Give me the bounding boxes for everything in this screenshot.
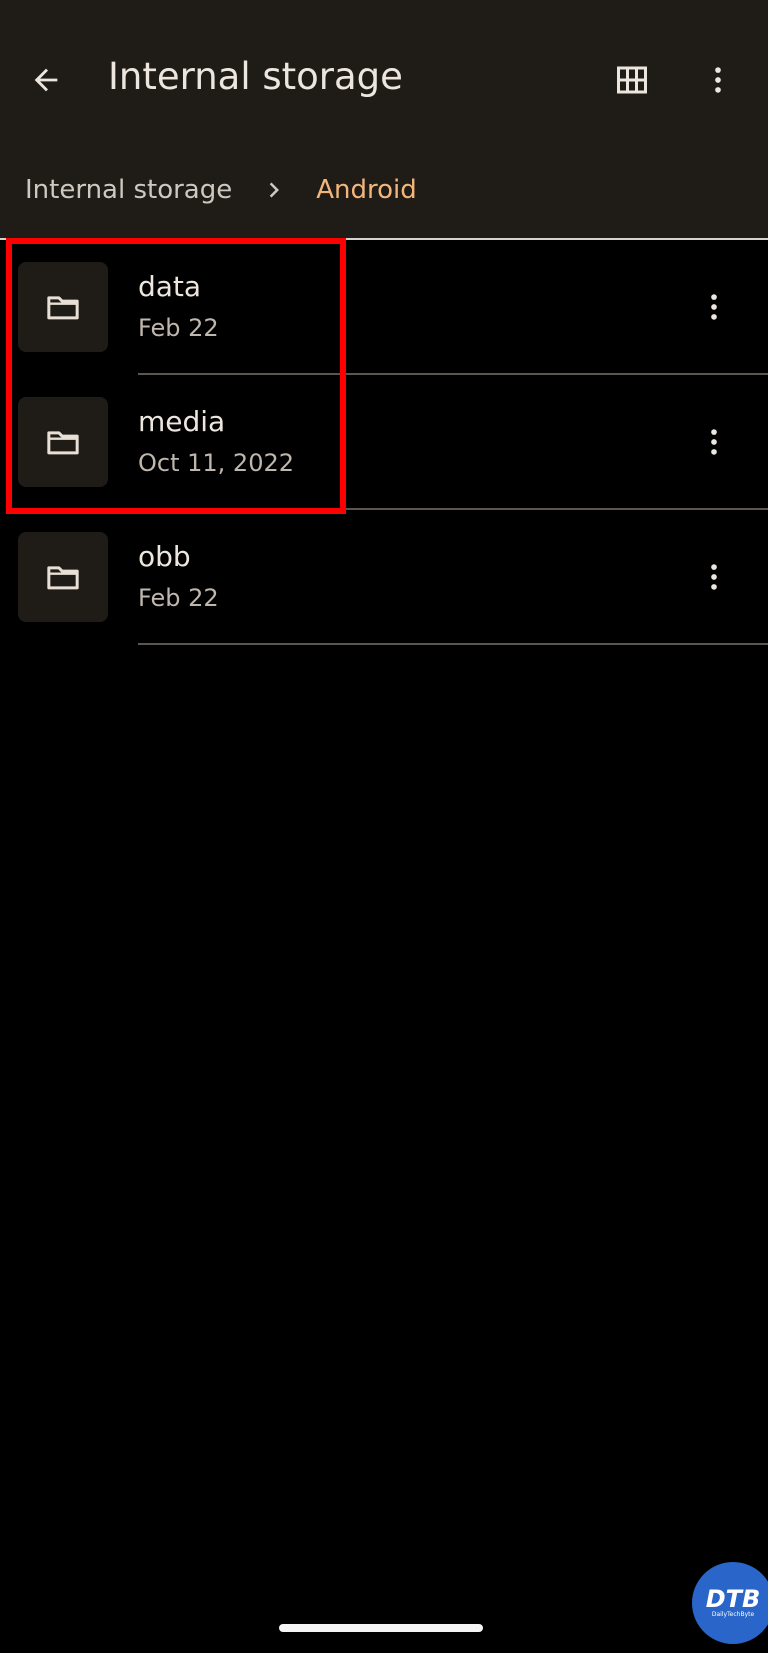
arrow-left-icon xyxy=(34,68,58,92)
list-item-data[interactable]: data Feb 22 xyxy=(0,240,768,375)
more-vert-icon xyxy=(715,67,721,93)
back-button[interactable] xyxy=(22,56,70,104)
breadcrumb: Internal storage Android xyxy=(25,170,417,210)
file-name: obb xyxy=(138,540,191,573)
page-title: Internal storage xyxy=(108,55,403,98)
file-name: media xyxy=(138,405,226,438)
grid-view-button[interactable] xyxy=(608,56,656,104)
more-vert-icon xyxy=(711,294,717,320)
file-date: Oct 11, 2022 xyxy=(138,449,294,477)
file-manager-screen: Internal storage Internal storage Androi… xyxy=(0,0,768,1653)
more-options-button[interactable] xyxy=(694,56,742,104)
item-more-button[interactable] xyxy=(690,283,738,331)
file-list: data Feb 22 media Oct 11, 2022 obb Feb 2… xyxy=(0,240,768,645)
item-more-button[interactable] xyxy=(690,553,738,601)
breadcrumb-root[interactable]: Internal storage xyxy=(25,175,232,205)
list-item-media[interactable]: media Oct 11, 2022 xyxy=(0,375,768,510)
folder-icon xyxy=(47,566,79,590)
row-divider xyxy=(138,643,768,645)
breadcrumb-current[interactable]: Android xyxy=(316,175,417,205)
file-date: Feb 22 xyxy=(138,584,219,612)
item-more-button[interactable] xyxy=(690,418,738,466)
folder-icon xyxy=(47,296,79,320)
logo-text: DTB xyxy=(705,1585,761,1613)
folder-thumbnail xyxy=(18,532,108,622)
folder-thumbnail xyxy=(18,262,108,352)
grid-view-icon xyxy=(617,66,647,94)
more-vert-icon xyxy=(711,429,717,455)
more-vert-icon xyxy=(711,564,717,590)
file-name: data xyxy=(138,270,202,303)
gesture-navigation-bar[interactable] xyxy=(279,1624,483,1632)
chevron-right-icon xyxy=(254,170,294,210)
folder-icon xyxy=(47,431,79,455)
watermark-logo: DTB DailyTechByte xyxy=(692,1562,768,1644)
logo-subtext: DailyTechByte xyxy=(711,1611,755,1618)
list-item-obb[interactable]: obb Feb 22 xyxy=(0,510,768,645)
folder-thumbnail xyxy=(18,397,108,487)
app-bar: Internal storage Internal storage Androi… xyxy=(0,0,768,240)
file-date: Feb 22 xyxy=(138,314,219,342)
